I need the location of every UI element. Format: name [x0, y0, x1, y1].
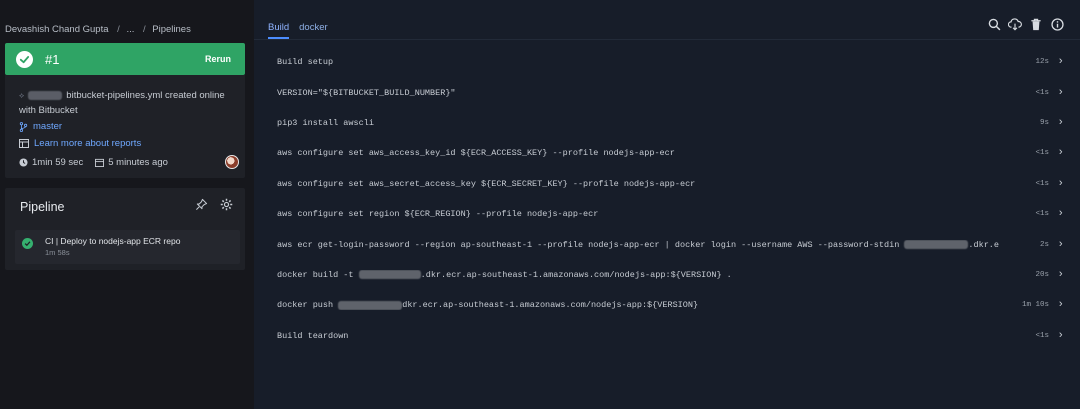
- commit-hash-redacted[interactable]: [28, 90, 63, 100]
- step-time: <1s: [1035, 88, 1049, 97]
- chevron-right-icon: ›: [1057, 329, 1064, 342]
- log-step[interactable]: pip3 install awscli 9s ›: [277, 108, 1067, 138]
- tab-docker[interactable]: docker: [299, 21, 328, 39]
- log-step[interactable]: Build teardown <1s ›: [277, 321, 1067, 351]
- step-command: aws ecr get-login-password --region ap-s…: [277, 240, 999, 250]
- pipeline-title: Pipeline: [20, 200, 65, 214]
- left-panel: Devashish Chand Gupta / ... / Pipelines …: [0, 0, 254, 409]
- cloud-download-icon[interactable]: [1008, 17, 1022, 31]
- reports-link[interactable]: Learn more about reports: [19, 138, 141, 149]
- build-number: #1: [45, 51, 60, 67]
- step-command-post: .dkr.ecr.ap-southeast-1.amazonaws.com/no…: [420, 269, 732, 280]
- pipelines-app: Devashish Chand Gupta / ... / Pipelines …: [0, 0, 1080, 409]
- started-meta: 5 minutes ago: [95, 157, 168, 168]
- log-step[interactable]: aws ecr get-login-password --region ap-s…: [277, 229, 1067, 259]
- branch-link[interactable]: master: [19, 121, 62, 132]
- log-step[interactable]: aws configure set region ${ECR_REGION} -…: [277, 199, 1067, 229]
- step-time: <1s: [1035, 210, 1049, 219]
- avatar[interactable]: [225, 155, 239, 169]
- chevron-right-icon: ›: [1057, 56, 1064, 69]
- tab-build[interactable]: Build: [268, 21, 290, 39]
- step-time: 2s: [1039, 240, 1049, 249]
- step-command-post: dkr.ecr.ap-southeast-1.amazonaws.com/nod…: [402, 300, 699, 311]
- chevron-right-icon: ›: [1057, 86, 1064, 99]
- step-tabs: Build docker: [268, 21, 338, 39]
- pipeline-card: Pipeline CI | Deploy to nodejs-app ECR r…: [5, 188, 245, 270]
- build-duration: 1min 59 sec: [32, 156, 84, 168]
- step-time: <1s: [1035, 331, 1049, 340]
- step-time: <1s: [1035, 149, 1049, 158]
- log-step[interactable]: Build setup 12s ›: [277, 47, 1067, 77]
- pipeline-step-duration: 1m 58s: [45, 248, 70, 257]
- chevron-right-icon: ›: [1057, 147, 1064, 160]
- step-time: 20s: [1035, 270, 1049, 279]
- step-command: aws configure set aws_access_key_id ${EC…: [277, 148, 675, 159]
- log-toolbar: [987, 17, 1064, 31]
- account-id-redacted: [358, 270, 421, 280]
- step-command: docker push dkr.ecr.ap-southeast-1.amazo…: [277, 300, 698, 310]
- step-command: aws configure set aws_secret_access_key …: [277, 178, 696, 189]
- step-command-post: .dkr.ecr....: [968, 239, 999, 250]
- log-step[interactable]: VERSION="${BITBUCKET_BUILD_NUMBER}" <1s …: [277, 77, 1067, 107]
- step-time: <1s: [1035, 179, 1049, 188]
- step-command: aws configure set region ${ECR_REGION} -…: [277, 209, 599, 220]
- build-status-header: #1 Rerun: [5, 43, 245, 75]
- step-command-pre: aws ecr get-login-password --region ap-s…: [277, 239, 905, 250]
- build-steps-list: Build setup 12s › VERSION="${BITBUCKET_B…: [277, 47, 1067, 351]
- log-panel: Build docker Build setup 12s › VERSION="…: [254, 0, 1080, 409]
- divider: [254, 39, 1080, 40]
- chevron-right-icon: ›: [1057, 116, 1064, 129]
- chevron-right-icon: ›: [1057, 268, 1064, 281]
- clock-icon: [19, 157, 28, 167]
- calendar-icon: [95, 158, 105, 167]
- pipeline-actions: [195, 198, 233, 211]
- log-step[interactable]: aws configure set aws_secret_access_key …: [277, 169, 1067, 199]
- commit-info: ⟡ bitbucket-pipelines.yml created online …: [19, 88, 229, 118]
- breadcrumb: Devashish Chand Gupta / ... / Pipelines: [5, 24, 193, 36]
- account-id-redacted: [338, 300, 403, 310]
- step-command-pre: docker build -t: [277, 269, 359, 280]
- reports-link-label: Learn more about reports: [34, 138, 142, 149]
- rerun-button[interactable]: Rerun: [205, 54, 231, 64]
- build-meta: 1min 59 sec 5 minutes ago: [19, 155, 239, 169]
- step-command: pip3 install awscli: [277, 117, 374, 128]
- step-time: 9s: [1039, 118, 1049, 127]
- log-step[interactable]: aws configure set aws_access_key_id ${EC…: [277, 138, 1067, 168]
- search-icon[interactable]: [987, 17, 1001, 31]
- gear-icon[interactable]: [220, 198, 233, 211]
- chevron-right-icon: ›: [1057, 208, 1064, 221]
- chevron-right-icon: ›: [1057, 299, 1064, 312]
- step-command: Build setup: [277, 57, 334, 68]
- pin-icon[interactable]: [195, 198, 208, 211]
- duration-meta: 1min 59 sec: [19, 157, 83, 168]
- step-success-icon: [22, 238, 33, 249]
- step-command: Build teardown: [277, 330, 349, 341]
- breadcrumb-pipelines[interactable]: Pipelines: [152, 24, 191, 35]
- commit-icon: ⟡: [19, 91, 25, 100]
- trash-icon[interactable]: [1029, 17, 1043, 31]
- breadcrumb-ellipsis[interactable]: ...: [126, 24, 134, 35]
- chevron-right-icon: ›: [1057, 238, 1064, 251]
- log-step[interactable]: docker build -t .dkr.ecr.ap-southeast-1.…: [277, 260, 1067, 290]
- branch-icon: [19, 121, 28, 132]
- step-time: 12s: [1035, 58, 1049, 67]
- step-time: 1m 10s: [1021, 301, 1049, 310]
- info-icon[interactable]: [1050, 17, 1064, 31]
- pipeline-step-name: CI | Deploy to nodejs-app ECR repo: [45, 236, 181, 246]
- branch-name: master: [33, 121, 63, 132]
- pipeline-step-item[interactable]: CI | Deploy to nodejs-app ECR repo 1m 58…: [15, 230, 240, 264]
- build-started: 5 minutes ago: [108, 156, 168, 168]
- log-step[interactable]: docker push dkr.ecr.ap-southeast-1.amazo…: [277, 290, 1067, 320]
- step-command: docker build -t .dkr.ecr.ap-southeast-1.…: [277, 270, 732, 280]
- success-check-icon: [16, 50, 33, 68]
- breadcrumb-user[interactable]: Devashish Chand Gupta: [5, 24, 109, 35]
- breadcrumb-separator: /: [117, 24, 120, 35]
- step-command: VERSION="${BITBUCKET_BUILD_NUMBER}": [277, 87, 456, 98]
- breadcrumb-separator: /: [143, 24, 146, 35]
- build-details-card: ⟡ bitbucket-pipelines.yml created online …: [5, 75, 245, 178]
- chevron-right-icon: ›: [1057, 177, 1064, 190]
- step-command-pre: docker push: [277, 300, 339, 311]
- account-id-redacted: [904, 239, 969, 249]
- report-icon: [19, 139, 29, 148]
